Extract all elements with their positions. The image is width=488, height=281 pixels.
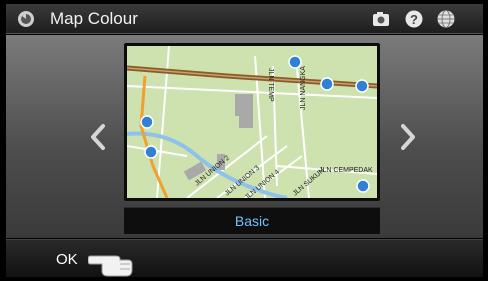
street-label: JLN NANGKA — [300, 66, 307, 110]
chevron-left-icon[interactable] — [88, 123, 108, 151]
map-preview: JLN TEMP JLN NANGKA JLN CEMPEDAK JLN UNI… — [124, 43, 380, 201]
hand-pointer-icon — [88, 255, 133, 277]
globe-icon[interactable] — [436, 9, 456, 29]
camera-icon[interactable] — [371, 9, 391, 29]
svg-text:?: ? — [410, 12, 418, 27]
map-canvas: JLN TEMP JLN NANGKA JLN CEMPEDAK JLN UNI… — [127, 46, 377, 198]
street-label: JLN TEMP — [267, 68, 274, 102]
content-area: JLN TEMP JLN NANGKA JLN CEMPEDAK JLN UNI… — [6, 35, 483, 238]
header-bar: Map Colour ? — [6, 4, 483, 34]
map-style-caption: Basic — [124, 207, 380, 234]
page-title: Map Colour — [50, 9, 138, 28]
back-icon[interactable] — [16, 9, 36, 29]
street-label: JLN CEMPEDAK — [319, 167, 373, 174]
screen: Map Colour ? JLN TEMP JLN NANGKA JLN CEM… — [6, 4, 483, 277]
footer-bar: OK — [6, 239, 483, 277]
help-icon[interactable]: ? — [404, 9, 424, 29]
chevron-right-icon[interactable] — [398, 123, 418, 151]
